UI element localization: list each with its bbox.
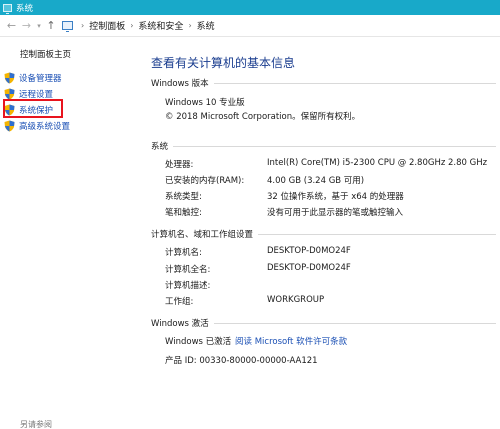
breadcrumb-system-security[interactable]: 系统和安全 <box>138 19 183 32</box>
chevron-right-icon[interactable]: › <box>81 21 84 30</box>
section-heading: Windows 版本 <box>151 79 209 89</box>
sidebar-item-label: 高级系统设置 <box>19 122 71 132</box>
chevron-right-icon[interactable]: › <box>130 21 133 30</box>
full-name-value: DESKTOP-D0MO24F <box>267 263 351 273</box>
edition-name: Windows 10 专业版 <box>165 98 245 108</box>
computer-name-value: DESKTOP-D0MO24F <box>267 246 351 256</box>
divider <box>173 145 496 147</box>
breadcrumb-system[interactable]: 系统 <box>197 19 215 32</box>
system-type-value: 32 位操作系统，基于 x64 的处理器 <box>267 192 404 202</box>
control-panel-home-link[interactable]: 控制面板主页 <box>20 48 71 60</box>
computer-name-label: 计算机名: <box>165 248 202 258</box>
address-bar: ← → ▾ ↑ › 控制面板 › 系统和安全 › 系统 <box>0 15 500 37</box>
license-terms-link[interactable]: 阅读 Microsoft 软件许可条款 <box>235 335 347 347</box>
processor-value: Intel(R) Core(TM) i5-2300 CPU @ 2.80GHz … <box>267 158 488 168</box>
activation-status: Windows 已激活 <box>165 337 232 347</box>
section-computer-name: 计算机名、域和工作组设置 <box>151 228 496 240</box>
sidebar-item-label: 设备管理器 <box>19 74 62 84</box>
sidebar-item-device-manager[interactable]: 设备管理器 <box>4 72 62 84</box>
description-label: 计算机描述: <box>165 281 211 291</box>
divider <box>213 322 496 324</box>
system-type-label: 系统类型: <box>165 192 202 202</box>
divider <box>258 233 496 235</box>
workgroup-value: WORKGROUP <box>267 295 325 305</box>
product-id: 产品 ID: 00330-80000-00000-AA121 <box>165 356 318 366</box>
section-heading: Windows 激活 <box>151 319 209 329</box>
section-activation: Windows 激活 <box>151 317 496 329</box>
title-bar: 系统 <box>0 0 500 15</box>
pen-touch-value: 没有可用于此显示器的笔或触控输入 <box>267 208 404 218</box>
full-name-label: 计算机全名: <box>165 265 211 275</box>
shield-icon <box>4 120 15 132</box>
chevron-down-icon[interactable]: ▾ <box>34 22 44 30</box>
ram-value: 4.00 GB (3.24 GB 可用) <box>267 176 365 186</box>
workgroup-label: 工作组: <box>165 297 194 307</box>
breadcrumb-control-panel[interactable]: 控制面板 <box>89 19 125 32</box>
see-also-heading: 另请参阅 <box>20 420 52 429</box>
section-system: 系统 <box>151 140 496 152</box>
page-title: 查看有关计算机的基本信息 <box>151 56 296 70</box>
highlight-annotation <box>3 99 63 118</box>
section-heading: 系统 <box>151 142 169 152</box>
back-arrow-icon[interactable]: ← <box>4 19 19 32</box>
shield-icon <box>4 72 15 84</box>
ram-label: 已安装的内存(RAM): <box>165 176 245 186</box>
processor-label: 处理器: <box>165 160 194 170</box>
copyright-text: © 2018 Microsoft Corporation。保留所有权利。 <box>165 112 361 122</box>
divider <box>213 82 496 84</box>
up-arrow-icon[interactable]: ↑ <box>44 19 58 32</box>
control-panel-icon <box>62 21 73 32</box>
window-title: 系统 <box>16 3 34 14</box>
forward-arrow-icon[interactable]: → <box>19 19 34 32</box>
section-windows-edition: Windows 版本 <box>151 77 496 89</box>
pen-touch-label: 笔和触控: <box>165 208 202 218</box>
sidebar-item-advanced-settings[interactable]: 高级系统设置 <box>4 120 70 132</box>
chevron-right-icon[interactable]: › <box>188 21 191 30</box>
system-window-icon <box>3 3 12 14</box>
section-heading: 计算机名、域和工作组设置 <box>151 230 254 240</box>
